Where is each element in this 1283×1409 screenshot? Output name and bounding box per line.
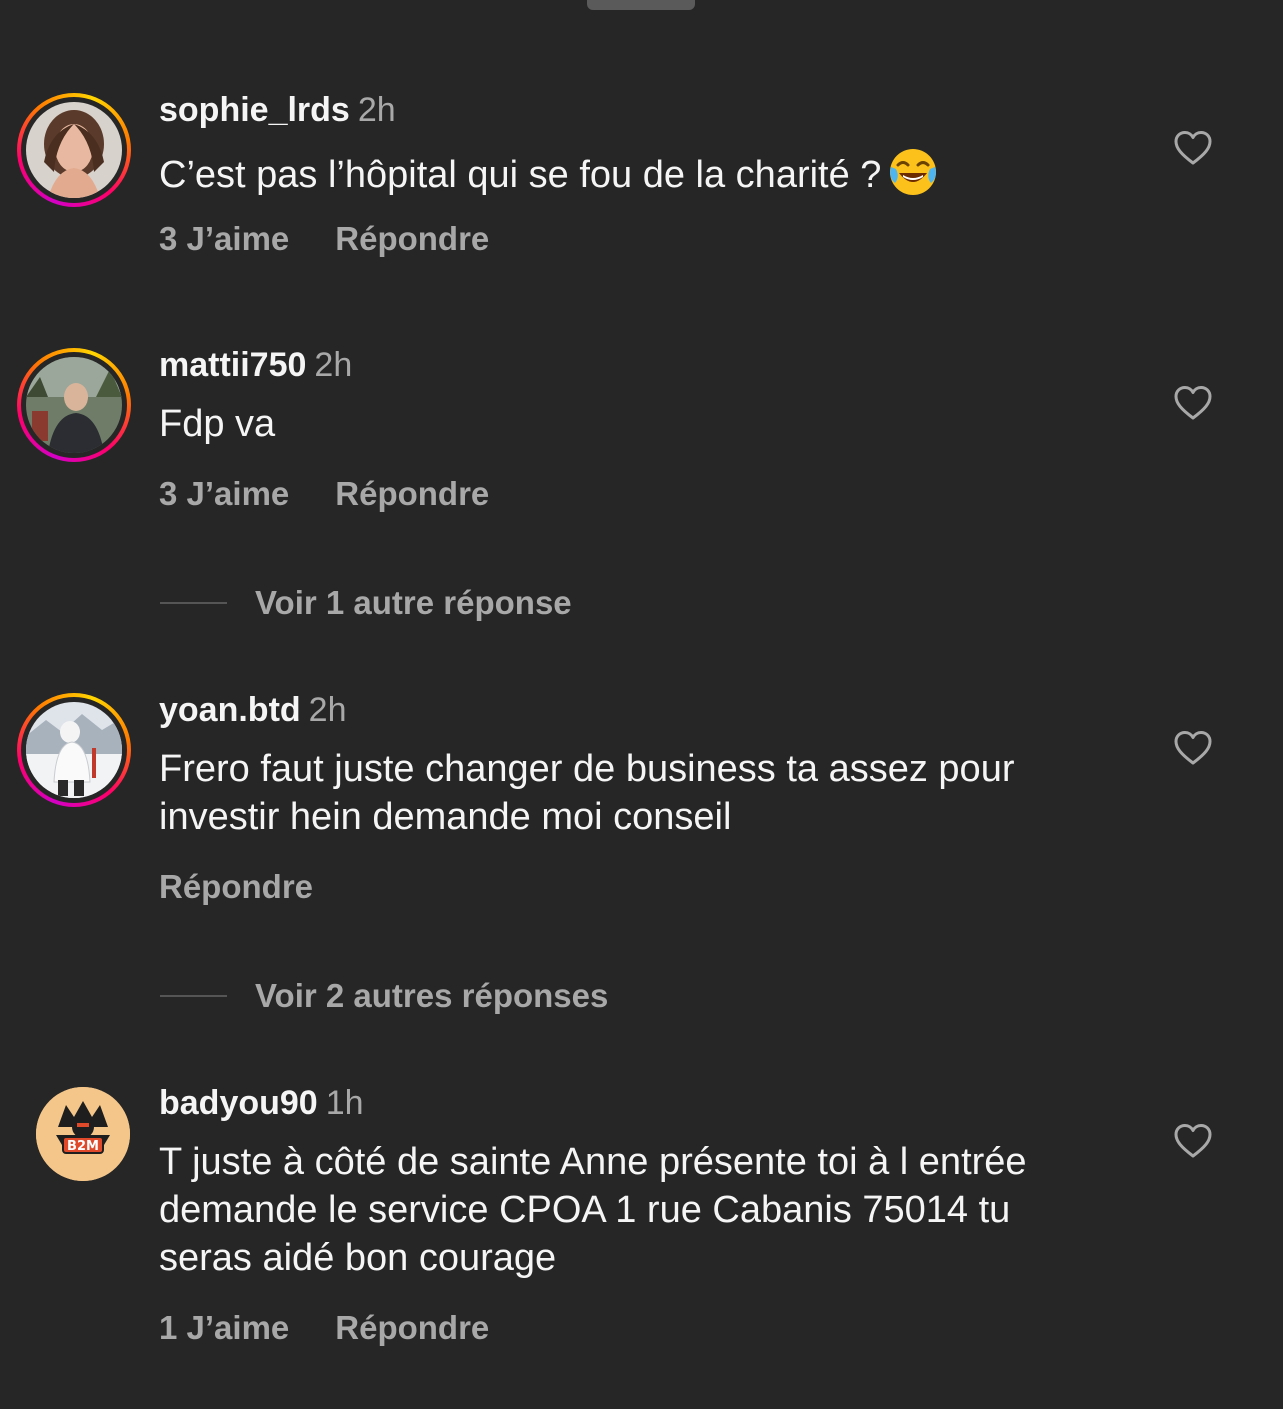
comment-text: Fdp va — [159, 403, 276, 445]
comment-username[interactable]: badyou90 — [159, 1084, 318, 1122]
avatar[interactable] — [17, 693, 131, 807]
drag-handle[interactable] — [587, 0, 695, 10]
comment-username[interactable]: mattii750 — [159, 346, 306, 384]
comment-time: 1h — [325, 1084, 364, 1122]
reply-button[interactable]: Répondre — [335, 1309, 489, 1346]
face-with-tears-of-joy-icon — [887, 145, 939, 209]
avatar[interactable] — [17, 93, 131, 207]
heart-outline-icon[interactable] — [1173, 730, 1213, 766]
avatar[interactable]: B2M — [36, 1087, 130, 1181]
comment-time: 2h — [308, 691, 347, 729]
view-replies-label[interactable]: Voir 2 autres réponses — [255, 976, 608, 1016]
view-replies-label[interactable]: Voir 1 autre réponse — [255, 583, 572, 623]
comment-username[interactable]: sophie_lrds — [159, 91, 350, 129]
svg-text:B2M: B2M — [67, 1139, 99, 1154]
likes-count[interactable]: 1 J’aime — [159, 1309, 289, 1346]
heart-outline-icon[interactable] — [1173, 130, 1213, 166]
comment-time: 2h — [314, 346, 353, 384]
divider-line — [160, 602, 227, 604]
comment-text: T juste à côté de sainte Anne présente t… — [159, 1141, 1027, 1279]
heart-outline-icon[interactable] — [1173, 385, 1213, 421]
heart-outline-icon[interactable] — [1173, 1123, 1213, 1159]
reply-button[interactable]: Répondre — [159, 868, 313, 905]
reply-button[interactable]: Répondre — [335, 220, 489, 257]
reply-button[interactable]: Répondre — [335, 475, 489, 512]
avatar[interactable] — [17, 348, 131, 462]
likes-count[interactable]: 3 J’aime — [159, 220, 289, 257]
likes-count[interactable]: 3 J’aime — [159, 475, 289, 512]
comment-username[interactable]: yoan.btd — [159, 691, 301, 729]
b2m-logo-icon: B2M — [36, 1087, 130, 1181]
divider-line — [160, 995, 227, 997]
comment-text: Frero faut juste changer de business ta … — [159, 748, 1015, 838]
comment-text: C’est pas l’hôpital qui se fou de la cha… — [159, 145, 1119, 209]
comment-time: 2h — [357, 91, 396, 129]
